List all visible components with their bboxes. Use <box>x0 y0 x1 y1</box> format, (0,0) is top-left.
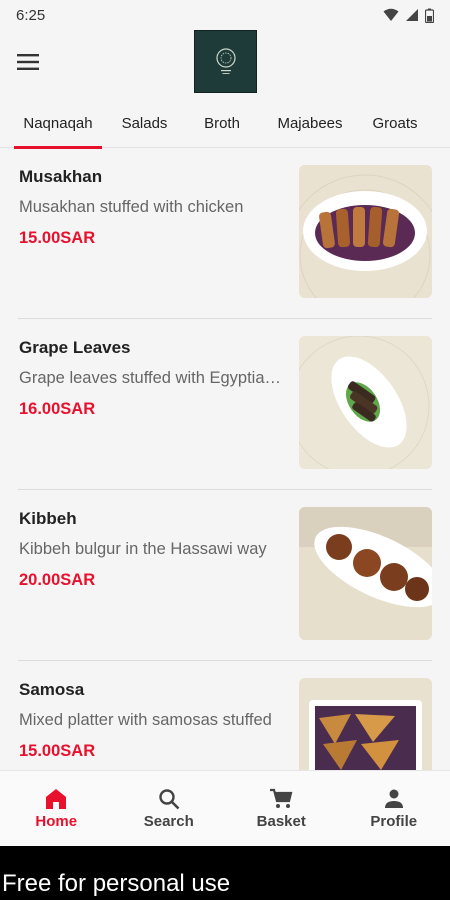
item-name: Kibbeh <box>19 509 77 528</box>
item-description: Kibbeh bulgur in the Hassawi way <box>19 540 267 558</box>
status-time: 6:25 <box>16 6 46 24</box>
item-price: 16.00SAR <box>19 400 96 418</box>
category-tabs: Naqnaqah Salads Broth Majabees Groats <box>0 100 450 149</box>
nav-home-label: Home <box>35 812 78 830</box>
menu-button[interactable] <box>14 48 42 76</box>
signal-icon <box>406 9 418 21</box>
item-name: Grape Leaves <box>19 338 131 357</box>
menu-item[interactable]: Samosa Mixed platter with samosas stuffe… <box>18 661 432 770</box>
nav-search-label: Search <box>143 812 194 830</box>
hamburger-menu-icon <box>17 54 39 70</box>
bottom-navigation: Home Search Basket Profile <box>0 770 450 846</box>
watermark-banner: Free for personal use <box>0 846 450 900</box>
menu-item-list[interactable]: Musakhan Musakhan stuffed with chicken 1… <box>0 148 450 770</box>
home-icon <box>46 788 67 809</box>
item-description: Musakhan stuffed with chicken <box>19 198 244 216</box>
logo-emblem-icon <box>215 47 236 74</box>
battery-icon <box>425 8 434 23</box>
item-price: 20.00SAR <box>19 571 96 589</box>
item-image[interactable] <box>299 678 432 770</box>
tab-groats[interactable]: Groats <box>364 100 426 148</box>
restaurant-logo <box>194 30 257 93</box>
nav-search[interactable]: Search <box>113 771 226 846</box>
tab-naqnaqah[interactable]: Naqnaqah <box>14 100 102 149</box>
item-image[interactable] <box>299 165 432 298</box>
nav-basket[interactable]: Basket <box>225 771 338 846</box>
nav-profile[interactable]: Profile <box>338 771 450 846</box>
nav-home[interactable]: Home <box>0 771 113 846</box>
wifi-icon <box>383 8 399 21</box>
tab-salads[interactable]: Salads <box>116 100 173 148</box>
cart-icon <box>270 788 293 808</box>
nav-basket-label: Basket <box>256 812 306 830</box>
search-icon <box>159 788 180 809</box>
item-name: Musakhan <box>19 167 103 186</box>
item-description: Mixed platter with samosas stuffed <box>19 711 272 729</box>
person-icon <box>384 789 403 808</box>
item-image[interactable] <box>299 507 432 640</box>
item-price: 15.00SAR <box>19 742 96 760</box>
watermark-text: Free for personal use <box>2 870 231 897</box>
app-bar <box>0 30 450 98</box>
item-name: Samosa <box>19 680 85 699</box>
nav-profile-label: Profile <box>370 812 418 830</box>
menu-item[interactable]: Musakhan Musakhan stuffed with chicken 1… <box>18 148 432 319</box>
item-description: Grape leaves stuffed with Egyptian rice <box>19 369 285 387</box>
tab-majabees[interactable]: Majabees <box>272 100 348 148</box>
item-price: 15.00SAR <box>19 229 96 247</box>
menu-item[interactable]: Grape Leaves Grape leaves stuffed with E… <box>18 319 432 490</box>
status-bar: 6:25 <box>0 0 450 30</box>
status-icons <box>383 8 434 23</box>
menu-item[interactable]: Kibbeh Kibbeh bulgur in the Hassawi way … <box>18 490 432 661</box>
tab-broth[interactable]: Broth <box>189 100 255 148</box>
item-image[interactable] <box>299 336 432 469</box>
